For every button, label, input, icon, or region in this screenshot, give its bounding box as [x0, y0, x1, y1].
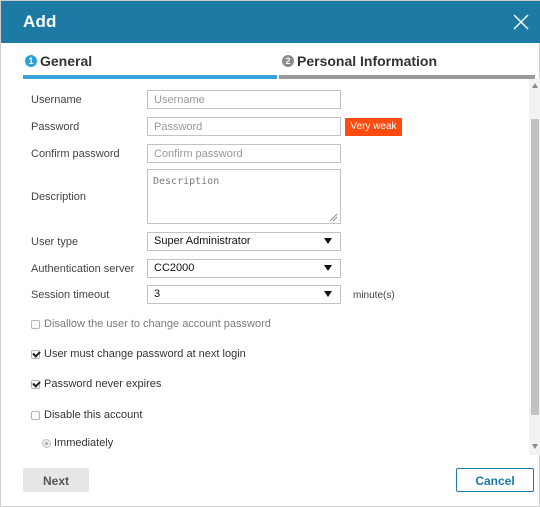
checkbox-label: Disable this account — [44, 409, 143, 421]
session-timeout-select[interactable]: 3 — [147, 285, 341, 304]
form-content: Username Password Very weak Confirm pass… — [23, 79, 527, 455]
vertical-scrollbar[interactable] — [529, 79, 540, 455]
step-number-badge: 1 — [25, 55, 37, 67]
checkbox-icon — [31, 410, 40, 420]
dialog-title: Add — [23, 12, 57, 31]
next-button[interactable]: Next — [23, 468, 89, 492]
auth-server-label: Authentication server — [31, 263, 135, 275]
dialog-titlebar: Add — [1, 1, 540, 43]
checkbox-label: User must change password at next login — [44, 348, 246, 360]
step-general[interactable]: 1 General — [23, 43, 277, 79]
username-field[interactable] — [147, 90, 341, 109]
close-icon[interactable] — [511, 12, 531, 32]
password-field[interactable] — [147, 117, 341, 136]
session-timeout-unit: minute(s) — [353, 290, 395, 301]
username-label: Username — [31, 94, 82, 106]
checkbox-label: Disallow the user to change account pass… — [44, 318, 271, 330]
radio-label: Immediately — [54, 437, 114, 449]
radio-icon — [42, 438, 51, 448]
checkbox-checked-icon — [31, 379, 40, 389]
disallow-password-change-checkbox[interactable]: Disallow the user to change account pass… — [31, 318, 271, 330]
password-never-expires-checkbox[interactable]: Password never expires — [31, 378, 161, 390]
dropdown-arrow-icon — [324, 265, 332, 271]
user-type-select[interactable]: Super Administrator — [147, 232, 341, 251]
user-type-value: Super Administrator — [154, 235, 251, 247]
step-personal-information[interactable]: 2 Personal Information — [279, 43, 535, 79]
checkbox-icon — [31, 319, 40, 329]
session-timeout-value: 3 — [154, 288, 161, 300]
description-label: Description — [31, 191, 87, 203]
add-user-dialog: Add 1 General 2 Personal Information Use… — [0, 0, 540, 507]
confirm-password-field[interactable] — [147, 144, 341, 163]
scroll-up-icon[interactable] — [532, 83, 538, 88]
confirm-password-label: Confirm password — [31, 148, 120, 160]
wizard-steps: 1 General 2 Personal Information — [23, 43, 535, 79]
dropdown-arrow-icon — [324, 291, 332, 297]
dialog-footer: Next Cancel — [1, 457, 540, 507]
user-type-label: User type — [31, 236, 79, 248]
disable-account-checkbox[interactable]: Disable this account — [31, 409, 142, 421]
password-label: Password — [31, 121, 80, 133]
step-number-badge: 2 — [282, 55, 294, 67]
must-change-password-checkbox[interactable]: User must change password at next login — [31, 348, 246, 360]
immediately-radio[interactable]: Immediately — [42, 437, 113, 449]
cancel-button[interactable]: Cancel — [456, 468, 534, 492]
dropdown-arrow-icon — [324, 238, 332, 244]
session-timeout-label: Session timeout — [31, 289, 110, 301]
auth-server-value: CC2000 — [154, 262, 195, 274]
step-label: Personal Information — [297, 53, 438, 69]
checkbox-checked-icon — [31, 349, 40, 359]
scroll-down-icon[interactable] — [532, 444, 538, 449]
step-label: General — [40, 53, 93, 69]
password-strength-badge: Very weak — [345, 118, 402, 136]
description-field[interactable] — [147, 169, 341, 224]
scrollbar-thumb[interactable] — [531, 119, 539, 415]
auth-server-select[interactable]: CC2000 — [147, 259, 341, 278]
checkbox-label: Password never expires — [44, 378, 162, 390]
